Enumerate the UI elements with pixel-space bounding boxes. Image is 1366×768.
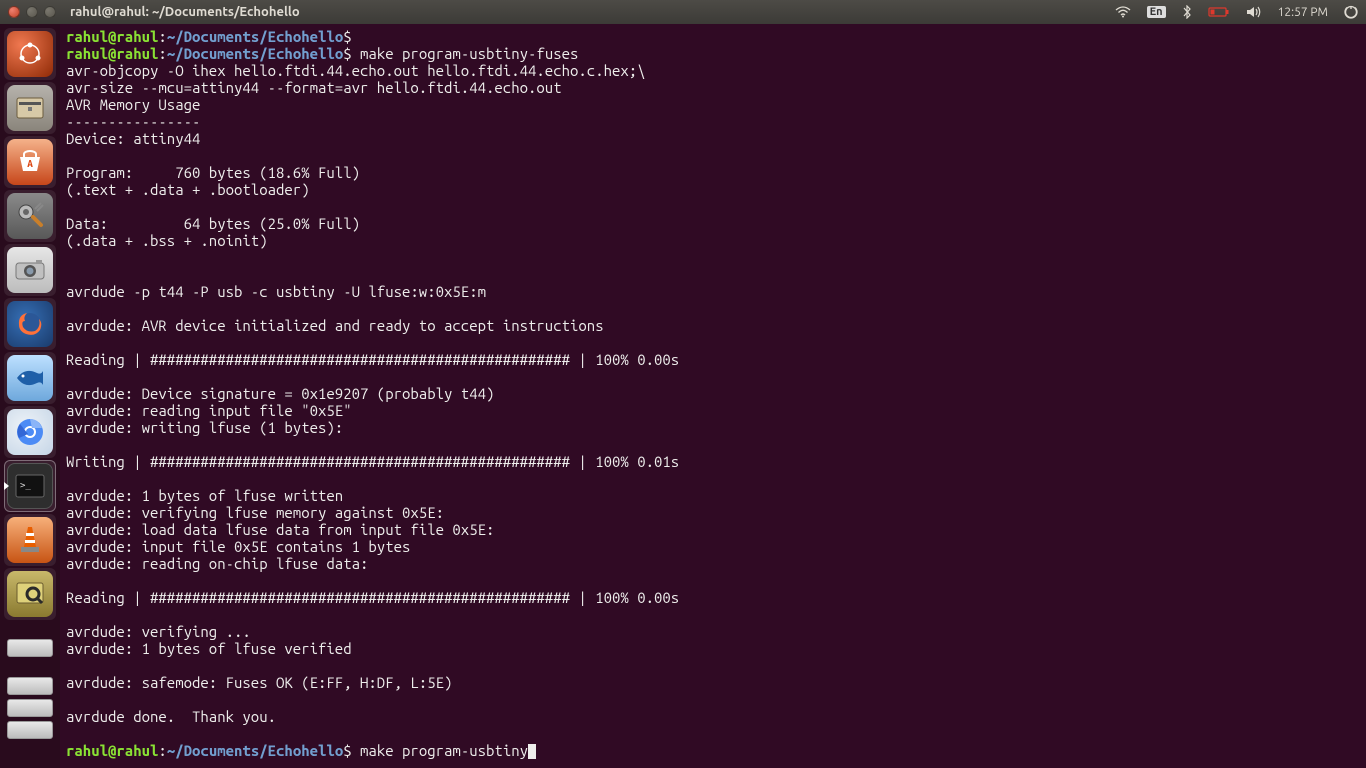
launcher-settings[interactable] [4,190,56,242]
launcher-dash[interactable] [4,28,56,80]
prompt-path: ~/Documents/Echohello [167,28,343,45]
launcher-terminal[interactable]: >_ [4,460,56,512]
menubar: rahul@rahul: ~/Documents/Echohello En 12… [0,0,1366,24]
volume-indicator[interactable] [1238,6,1270,18]
close-button[interactable] [8,6,20,18]
minimize-button[interactable] [26,6,38,18]
launcher-vlc[interactable] [4,514,56,566]
launcher: A >_ [0,24,60,768]
launcher-firefox[interactable] [4,298,56,350]
terminal[interactable]: rahul@rahul:~/Documents/Echohello$ rahul… [60,24,1366,768]
session-indicator[interactable] [1336,5,1366,19]
launcher-drive-4[interactable] [4,720,56,740]
prompt-user: rahul@rahul [66,28,158,45]
battery-indicator[interactable] [1200,6,1238,18]
svg-text:A: A [27,158,33,169]
launcher-bluefish[interactable] [4,352,56,404]
maximize-button[interactable] [44,6,56,18]
launcher-drive-2[interactable] [4,676,56,696]
clock[interactable]: 12:57 PM [1270,6,1336,19]
cursor [528,744,536,759]
wifi-indicator[interactable] [1107,6,1139,18]
window-controls [0,6,64,18]
launcher-image-viewer[interactable] [4,568,56,620]
launcher-drive-1[interactable] [4,622,56,674]
language-indicator[interactable]: En [1139,6,1174,18]
launcher-shotwell[interactable] [4,244,56,296]
launcher-drive-3[interactable] [4,698,56,718]
command-1: make program-usbtiny-fuses [352,45,579,62]
command-2: make program-usbtiny [352,742,528,759]
svg-text:>_: >_ [20,481,31,491]
launcher-software-center[interactable]: A [4,136,56,188]
terminal-output: avr-objcopy -O ihex hello.ftdi.44.echo.o… [66,62,679,725]
launcher-files[interactable] [4,82,56,134]
bluetooth-indicator[interactable] [1174,5,1200,19]
window-title: rahul@rahul: ~/Documents/Echohello [70,5,300,19]
launcher-chromium[interactable] [4,406,56,458]
